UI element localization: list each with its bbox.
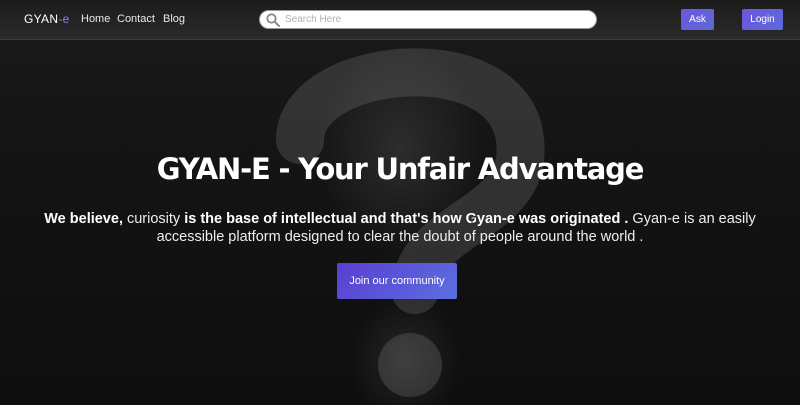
search-input[interactable] — [285, 14, 585, 25]
hero-description: We believe, curiosity is the base of int… — [20, 210, 780, 246]
brand-logo[interactable]: GYAN-e — [24, 12, 70, 26]
search-icon[interactable] — [266, 12, 282, 28]
top-navbar: GYAN-e Home Contact Blog Ask Login — [0, 0, 800, 40]
hero-text-bold-1: We believe, — [44, 211, 123, 227]
ask-button[interactable]: Ask — [681, 9, 714, 30]
brand-name: GYAN — [24, 12, 59, 26]
hero-text-bold-2: is the base of intellectual and that's h… — [184, 211, 629, 227]
nav-blog-link[interactable]: Blog — [163, 13, 185, 25]
search-bar[interactable] — [259, 10, 597, 29]
brand-suffix: -e — [58, 12, 70, 26]
hero-text-2: curiosity — [122, 211, 185, 227]
login-button[interactable]: Login — [742, 9, 783, 30]
hero-title: GYAN-E - Your Unfair Advantage — [156, 152, 645, 186]
hero-background — [0, 0, 800, 405]
join-community-button[interactable]: Join our community — [337, 263, 457, 299]
nav-home-link[interactable]: Home — [81, 13, 110, 25]
text-cursor-icon — [469, 218, 475, 230]
nav-contact-link[interactable]: Contact — [117, 13, 155, 25]
